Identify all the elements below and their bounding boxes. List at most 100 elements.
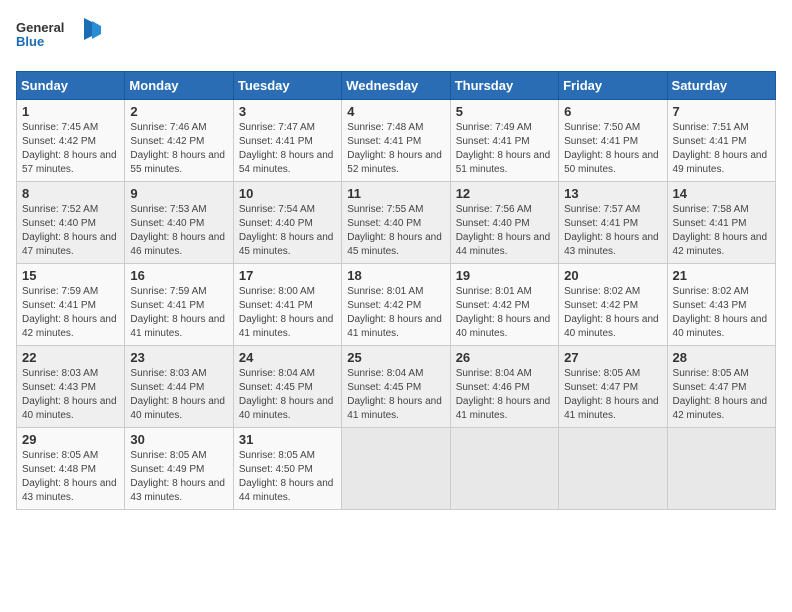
svg-text:Blue: Blue xyxy=(16,34,44,49)
day-number: 26 xyxy=(456,350,553,365)
day-info: Sunrise: 8:01 AMSunset: 4:42 PMDaylight:… xyxy=(347,285,444,341)
weekday-header-saturday: Saturday xyxy=(667,72,775,100)
day-info: Sunrise: 8:04 AMSunset: 4:45 PMDaylight:… xyxy=(347,367,444,423)
weekday-header-monday: Monday xyxy=(125,72,233,100)
day-number: 13 xyxy=(564,186,661,201)
calendar-cell: 10 Sunrise: 7:54 AMSunset: 4:40 PMDayligh… xyxy=(233,182,341,264)
logo-svg: General Blue xyxy=(16,16,106,61)
svg-text:General: General xyxy=(16,20,64,35)
day-number: 16 xyxy=(130,268,227,283)
day-info: Sunrise: 7:53 AMSunset: 4:40 PMDaylight:… xyxy=(130,203,227,259)
day-number: 9 xyxy=(130,186,227,201)
day-info: Sunrise: 8:05 AMSunset: 4:49 PMDaylight:… xyxy=(130,449,227,505)
calendar-week-row: 29 Sunrise: 8:05 AMSunset: 4:48 PMDayligh… xyxy=(17,428,776,510)
day-number: 27 xyxy=(564,350,661,365)
calendar-cell: 14Sunrise: 7:58 AMSunset: 4:41 PMDayligh… xyxy=(667,182,775,264)
day-info: Sunrise: 8:05 AMSunset: 4:50 PMDaylight:… xyxy=(239,449,336,505)
day-number: 15 xyxy=(22,268,119,283)
weekday-header-row: SundayMondayTuesdayWednesdayThursdayFrid… xyxy=(17,72,776,100)
calendar-week-row: 22Sunrise: 8:03 AMSunset: 4:43 PMDayligh… xyxy=(17,346,776,428)
day-info: Sunrise: 8:02 AMSunset: 4:42 PMDaylight:… xyxy=(564,285,661,341)
calendar-week-row: 1 Sunrise: 7:45 AMSunset: 4:42 PMDaylight… xyxy=(17,100,776,182)
calendar-cell xyxy=(559,428,667,510)
calendar-cell: 16 Sunrise: 7:59 AMSunset: 4:41 PMDayligh… xyxy=(125,264,233,346)
calendar-cell: 15 Sunrise: 7:59 AMSunset: 4:41 PMDayligh… xyxy=(17,264,125,346)
calendar-cell: 21Sunrise: 8:02 AMSunset: 4:43 PMDayligh… xyxy=(667,264,775,346)
day-info: Sunrise: 8:05 AMSunset: 4:48 PMDaylight:… xyxy=(22,449,119,505)
day-number: 2 xyxy=(130,104,227,119)
calendar-cell: 4Sunrise: 7:48 AMSunset: 4:41 PMDaylight… xyxy=(342,100,450,182)
day-number: 25 xyxy=(347,350,444,365)
calendar-cell: 19 Sunrise: 8:01 AMSunset: 4:42 PMDayligh… xyxy=(450,264,558,346)
day-info: Sunrise: 8:05 AMSunset: 4:47 PMDaylight:… xyxy=(564,367,661,423)
weekday-header-wednesday: Wednesday xyxy=(342,72,450,100)
day-info: Sunrise: 7:48 AMSunset: 4:41 PMDaylight:… xyxy=(347,121,444,177)
day-info: Sunrise: 7:46 AMSunset: 4:42 PMDaylight:… xyxy=(130,121,227,177)
day-number: 20 xyxy=(564,268,661,283)
day-number: 22 xyxy=(22,350,119,365)
day-number: 18 xyxy=(347,268,444,283)
day-number: 28 xyxy=(673,350,770,365)
day-number: 3 xyxy=(239,104,336,119)
calendar-cell: 27 Sunrise: 8:05 AMSunset: 4:47 PMDayligh… xyxy=(559,346,667,428)
day-info: Sunrise: 8:04 AMSunset: 4:45 PMDaylight:… xyxy=(239,367,336,423)
day-info: Sunrise: 8:00 AMSunset: 4:41 PMDaylight:… xyxy=(239,285,336,341)
calendar-cell: 20 Sunrise: 8:02 AMSunset: 4:42 PMDayligh… xyxy=(559,264,667,346)
calendar-cell: 24Sunrise: 8:04 AMSunset: 4:45 PMDayligh… xyxy=(233,346,341,428)
day-number: 19 xyxy=(456,268,553,283)
day-number: 23 xyxy=(130,350,227,365)
calendar-cell: 18 Sunrise: 8:01 AMSunset: 4:42 PMDayligh… xyxy=(342,264,450,346)
calendar-table: SundayMondayTuesdayWednesdayThursdayFrid… xyxy=(16,71,776,510)
calendar-cell: 2 Sunrise: 7:46 AMSunset: 4:42 PMDaylight… xyxy=(125,100,233,182)
calendar-cell xyxy=(342,428,450,510)
day-number: 14 xyxy=(673,186,770,201)
day-info: Sunrise: 7:55 AMSunset: 4:40 PMDaylight:… xyxy=(347,203,444,259)
calendar-cell: 29 Sunrise: 8:05 AMSunset: 4:48 PMDayligh… xyxy=(17,428,125,510)
calendar-cell: 8Sunrise: 7:52 AMSunset: 4:40 PMDaylight… xyxy=(17,182,125,264)
calendar-cell xyxy=(450,428,558,510)
day-info: Sunrise: 8:04 AMSunset: 4:46 PMDaylight:… xyxy=(456,367,553,423)
day-info: Sunrise: 7:45 AMSunset: 4:42 PMDaylight:… xyxy=(22,121,119,177)
day-info: Sunrise: 7:59 AMSunset: 4:41 PMDaylight:… xyxy=(22,285,119,341)
day-number: 17 xyxy=(239,268,336,283)
calendar-cell: 3 Sunrise: 7:47 AMSunset: 4:41 PMDaylight… xyxy=(233,100,341,182)
day-number: 10 xyxy=(239,186,336,201)
calendar-cell: 17 Sunrise: 8:00 AMSunset: 4:41 PMDayligh… xyxy=(233,264,341,346)
day-number: 6 xyxy=(564,104,661,119)
calendar-cell: 6 Sunrise: 7:50 AMSunset: 4:41 PMDaylight… xyxy=(559,100,667,182)
day-info: Sunrise: 7:57 AMSunset: 4:41 PMDaylight:… xyxy=(564,203,661,259)
day-info: Sunrise: 8:02 AMSunset: 4:43 PMDaylight:… xyxy=(673,285,770,341)
calendar-cell: 26 Sunrise: 8:04 AMSunset: 4:46 PMDayligh… xyxy=(450,346,558,428)
weekday-header-sunday: Sunday xyxy=(17,72,125,100)
weekday-header-tuesday: Tuesday xyxy=(233,72,341,100)
day-info: Sunrise: 7:52 AMSunset: 4:40 PMDaylight:… xyxy=(22,203,119,259)
day-number: 7 xyxy=(673,104,770,119)
day-info: Sunrise: 8:05 AMSunset: 4:47 PMDaylight:… xyxy=(673,367,770,423)
day-info: Sunrise: 7:49 AMSunset: 4:41 PMDaylight:… xyxy=(456,121,553,177)
day-info: Sunrise: 7:50 AMSunset: 4:41 PMDaylight:… xyxy=(564,121,661,177)
day-number: 5 xyxy=(456,104,553,119)
calendar-cell: 5 Sunrise: 7:49 AMSunset: 4:41 PMDaylight… xyxy=(450,100,558,182)
calendar-cell: 25 Sunrise: 8:04 AMSunset: 4:45 PMDayligh… xyxy=(342,346,450,428)
calendar-week-row: 15 Sunrise: 7:59 AMSunset: 4:41 PMDayligh… xyxy=(17,264,776,346)
day-number: 30 xyxy=(130,432,227,447)
day-info: Sunrise: 8:03 AMSunset: 4:44 PMDaylight:… xyxy=(130,367,227,423)
day-info: Sunrise: 7:54 AMSunset: 4:40 PMDaylight:… xyxy=(239,203,336,259)
calendar-cell: 7 Sunrise: 7:51 AMSunset: 4:41 PMDaylight… xyxy=(667,100,775,182)
day-info: Sunrise: 7:47 AMSunset: 4:41 PMDaylight:… xyxy=(239,121,336,177)
calendar-cell xyxy=(667,428,775,510)
calendar-cell: 11Sunrise: 7:55 AMSunset: 4:40 PMDayligh… xyxy=(342,182,450,264)
calendar-cell: 9 Sunrise: 7:53 AMSunset: 4:40 PMDaylight… xyxy=(125,182,233,264)
day-info: Sunrise: 7:51 AMSunset: 4:41 PMDaylight:… xyxy=(673,121,770,177)
calendar-week-row: 8Sunrise: 7:52 AMSunset: 4:40 PMDaylight… xyxy=(17,182,776,264)
day-info: Sunrise: 7:56 AMSunset: 4:40 PMDaylight:… xyxy=(456,203,553,259)
day-number: 29 xyxy=(22,432,119,447)
day-number: 1 xyxy=(22,104,119,119)
day-number: 31 xyxy=(239,432,336,447)
day-number: 12 xyxy=(456,186,553,201)
calendar-cell: 12 Sunrise: 7:56 AMSunset: 4:40 PMDayligh… xyxy=(450,182,558,264)
calendar-cell: 13 Sunrise: 7:57 AMSunset: 4:41 PMDayligh… xyxy=(559,182,667,264)
calendar-cell: 1 Sunrise: 7:45 AMSunset: 4:42 PMDaylight… xyxy=(17,100,125,182)
day-info: Sunrise: 7:59 AMSunset: 4:41 PMDaylight:… xyxy=(130,285,227,341)
day-info: Sunrise: 8:01 AMSunset: 4:42 PMDaylight:… xyxy=(456,285,553,341)
